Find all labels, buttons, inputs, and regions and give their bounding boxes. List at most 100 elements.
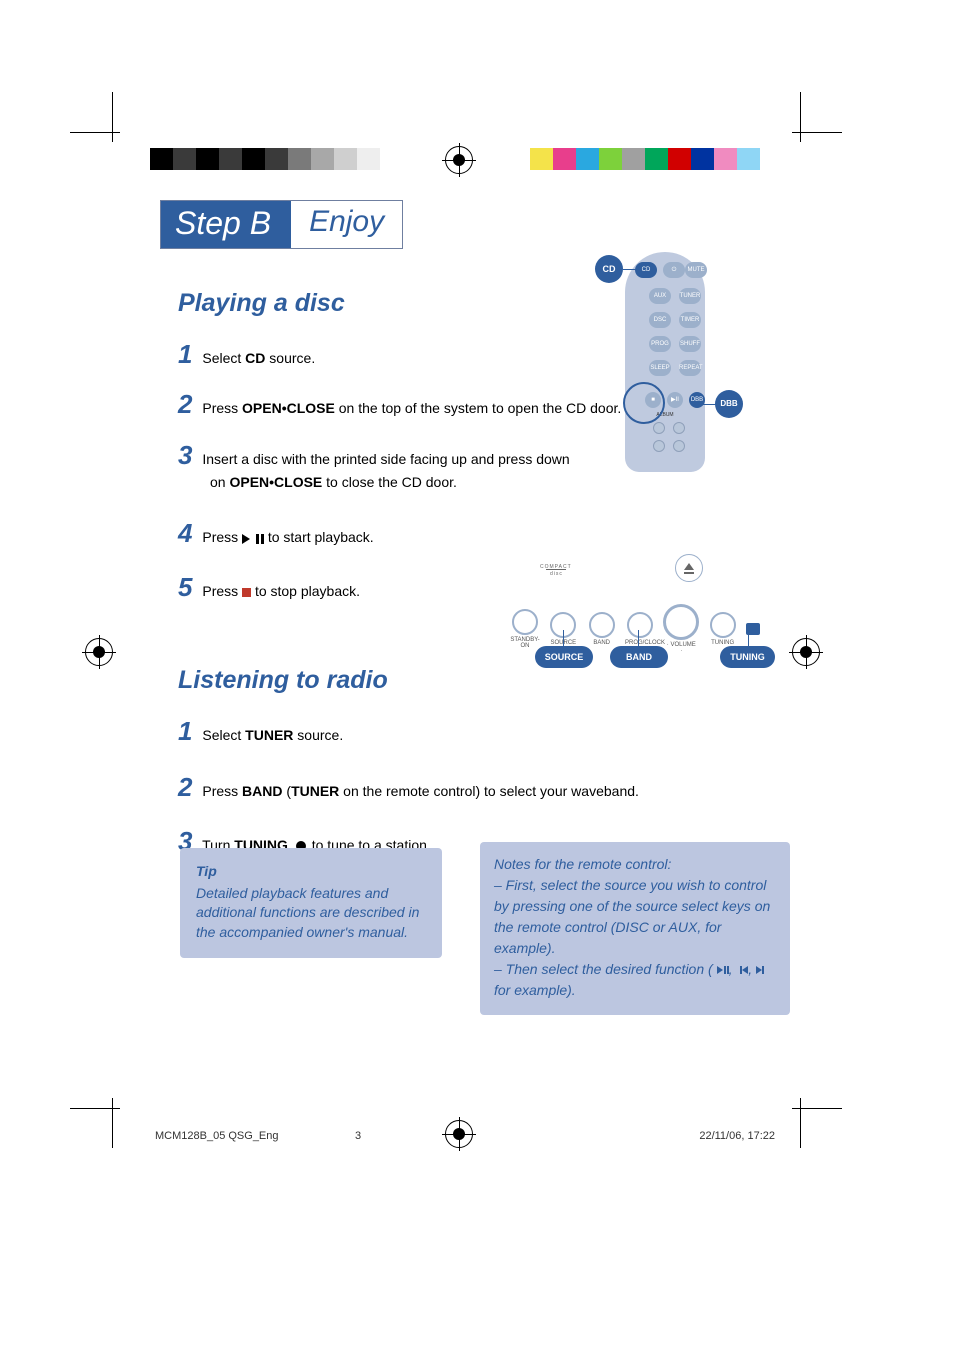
remote-btn-repeat: REPEAT bbox=[679, 360, 701, 376]
color-swatch bbox=[530, 148, 553, 170]
color-swatch bbox=[737, 148, 760, 170]
step-text: source. bbox=[293, 727, 343, 743]
color-swatch bbox=[334, 148, 357, 170]
color-swatch bbox=[599, 148, 622, 170]
footer: MCM128B_05 QSG_Eng 3 22/11/06, 17:22 bbox=[155, 1130, 775, 1142]
step-number: 2 bbox=[178, 772, 192, 802]
crop-mark bbox=[800, 92, 801, 142]
remote-btn-volplus bbox=[673, 440, 685, 452]
color-swatch bbox=[645, 148, 668, 170]
step-text: Press bbox=[202, 529, 242, 545]
notes-line-2: – Then select the desired function ( , ,… bbox=[494, 959, 774, 1001]
knob: TUNING bbox=[708, 612, 738, 646]
step-text: source. bbox=[265, 350, 315, 366]
step-text: ( bbox=[283, 783, 292, 799]
remote-btn-next bbox=[673, 422, 685, 434]
knob: BAND bbox=[587, 612, 617, 646]
color-bar-right bbox=[530, 148, 760, 170]
color-bar-left bbox=[150, 148, 380, 170]
registration-mark-icon bbox=[445, 146, 473, 174]
remote-btn-prev bbox=[653, 422, 665, 434]
play-pause-icon bbox=[717, 961, 729, 977]
color-swatch bbox=[219, 148, 242, 170]
footer-page: 3 bbox=[355, 1130, 361, 1142]
crop-mark bbox=[800, 1098, 801, 1148]
radio-step-2: 2 Press BAND (TUNER on the remote contro… bbox=[178, 769, 780, 805]
crop-mark bbox=[112, 1098, 113, 1148]
tip-title: Tip bbox=[196, 862, 426, 882]
next-icon bbox=[756, 961, 764, 977]
color-swatch bbox=[311, 148, 334, 170]
color-swatch bbox=[265, 148, 288, 170]
remote-btn-prog: PROG bbox=[649, 336, 671, 352]
remote-btn-volminus bbox=[653, 440, 665, 452]
color-swatch bbox=[288, 148, 311, 170]
cd-logo: COMPACTdisc bbox=[540, 560, 580, 579]
color-swatch bbox=[173, 148, 196, 170]
eject-button-icon bbox=[675, 554, 703, 582]
notes-box: Notes for the remote control: – First, s… bbox=[480, 842, 790, 1015]
color-swatch bbox=[668, 148, 691, 170]
notes-text: , bbox=[729, 961, 737, 977]
callout-bubble-tuning: TUNING bbox=[720, 646, 775, 668]
remote-btn-play: ▶II bbox=[667, 392, 683, 408]
stop-icon bbox=[242, 588, 251, 597]
knob-label: BAND bbox=[587, 640, 617, 646]
step-header: Step B Enjoy bbox=[160, 200, 403, 249]
callout-bubble-dbb: DBB bbox=[715, 390, 743, 418]
color-swatch bbox=[242, 148, 265, 170]
remote-btn-mute: MUTE bbox=[685, 262, 707, 278]
color-swatch bbox=[553, 148, 576, 170]
color-swatch bbox=[714, 148, 737, 170]
step-text: on the top of the system to open the CD … bbox=[335, 400, 621, 416]
knob: STANDBY-ON bbox=[510, 609, 540, 649]
section-title-radio: Listening to radio bbox=[178, 666, 780, 695]
registration-mark-icon bbox=[792, 638, 820, 666]
remote-btn-sleep: SLEEP bbox=[649, 360, 671, 376]
step-text: Select bbox=[202, 727, 245, 743]
crop-mark bbox=[792, 132, 842, 133]
step-number: 1 bbox=[178, 716, 192, 746]
step-bold: TUNER bbox=[245, 727, 293, 743]
remote-btn-power: ⏻ bbox=[663, 262, 685, 278]
notes-text: for example). bbox=[494, 982, 576, 998]
crop-mark bbox=[792, 1108, 842, 1109]
notes-title: Notes for the remote control: bbox=[494, 854, 774, 875]
footer-date: 22/11/06, 17:22 bbox=[699, 1130, 775, 1142]
color-swatch bbox=[622, 148, 645, 170]
step-number: 5 bbox=[178, 572, 192, 602]
step-text: Select bbox=[202, 350, 245, 366]
step-bold: OPEN•CLOSE bbox=[242, 400, 335, 416]
registration-mark-icon bbox=[85, 638, 113, 666]
tip-box: Tip Detailed playback features and addit… bbox=[180, 848, 442, 958]
remote-btn-tuner: TUNER bbox=[679, 288, 701, 304]
svg-text:disc: disc bbox=[550, 571, 563, 576]
footer-file: MCM128B_05 QSG_Eng bbox=[155, 1130, 279, 1142]
step-text: Insert a disc with the printed side faci… bbox=[202, 451, 569, 467]
knob: PROG/CLOCK bbox=[625, 612, 655, 646]
step-number: 1 bbox=[178, 339, 192, 369]
step-text: to close the CD door. bbox=[322, 474, 457, 490]
notes-line-1: – First, select the source you wish to c… bbox=[494, 875, 774, 959]
crop-mark bbox=[112, 92, 113, 142]
step-text: to start playback. bbox=[268, 529, 374, 545]
tip-body: Detailed playback features and additiona… bbox=[196, 884, 426, 943]
knob-label: STANDBY-ON bbox=[510, 637, 540, 649]
step-text: on the remote control) to select your wa… bbox=[339, 783, 639, 799]
play-pause-icon bbox=[242, 529, 264, 549]
step-text: to stop playback. bbox=[255, 583, 360, 599]
callout-bubble-cd: CD bbox=[595, 255, 623, 283]
step-text: Press bbox=[202, 583, 242, 599]
color-swatch bbox=[150, 148, 173, 170]
notes-text: – Then select the desired function ( bbox=[494, 961, 717, 977]
remote-btn-timer: TIMER bbox=[679, 312, 701, 328]
step-text: on bbox=[210, 474, 229, 490]
remote-btn-dsc: DSC bbox=[649, 312, 671, 328]
callout-bubble-band: BAND bbox=[610, 646, 668, 668]
radio-steps: 1 Select TUNER source. 2 Press BAND (TUN… bbox=[178, 713, 780, 860]
step-b-label: Step B bbox=[161, 201, 291, 248]
notes-text: , bbox=[748, 961, 756, 977]
step-number: 4 bbox=[178, 518, 192, 548]
page: Step B Enjoy Playing a disc 1 Select CD … bbox=[0, 0, 954, 1351]
remote-btn-cd: CD bbox=[635, 262, 657, 278]
